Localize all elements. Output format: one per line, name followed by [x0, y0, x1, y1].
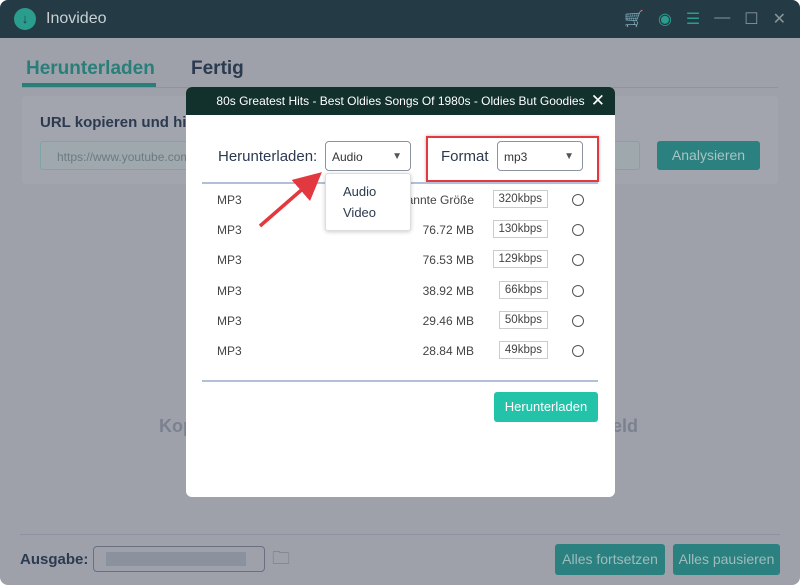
minimize-icon[interactable]: — — [714, 9, 730, 29]
user-icon[interactable]: ◉ — [658, 9, 672, 29]
app-window: ↓ Inovideo 🛒 ◉ ☰ — ☐ ✕ Herunterladen Fer… — [0, 0, 800, 585]
download-dialog: 80s Greatest Hits - Best Oldies Songs Of… — [186, 87, 615, 497]
cart-icon[interactable]: 🛒 — [624, 9, 644, 29]
output-path-field[interactable] — [93, 546, 265, 572]
tab-fertig[interactable]: Fertig — [191, 58, 244, 80]
app-logo-icon: ↓ — [14, 8, 36, 30]
divider — [20, 534, 780, 535]
analyze-button[interactable]: Analysieren — [657, 141, 760, 170]
title-bar: ↓ Inovideo 🛒 ◉ ☰ — ☐ ✕ — [0, 0, 800, 38]
resume-all-button[interactable]: Alles fortsetzen — [555, 544, 665, 575]
blurred-path — [106, 552, 246, 566]
annotation-arrow-icon — [258, 172, 322, 228]
output-label: Ausgabe: — [20, 551, 89, 568]
folder-icon[interactable]: 🗀 — [272, 546, 290, 576]
app-title: Inovideo — [46, 10, 107, 27]
tab-herunterladen[interactable]: Herunterladen — [26, 58, 155, 80]
maximize-icon[interactable]: ☐ — [744, 9, 758, 29]
menu-icon[interactable]: ☰ — [686, 9, 700, 29]
pause-all-button[interactable]: Alles pausieren — [673, 544, 780, 575]
close-icon[interactable]: ✕ — [773, 9, 786, 29]
url-card-title: URL kopieren und hie — [40, 114, 195, 131]
